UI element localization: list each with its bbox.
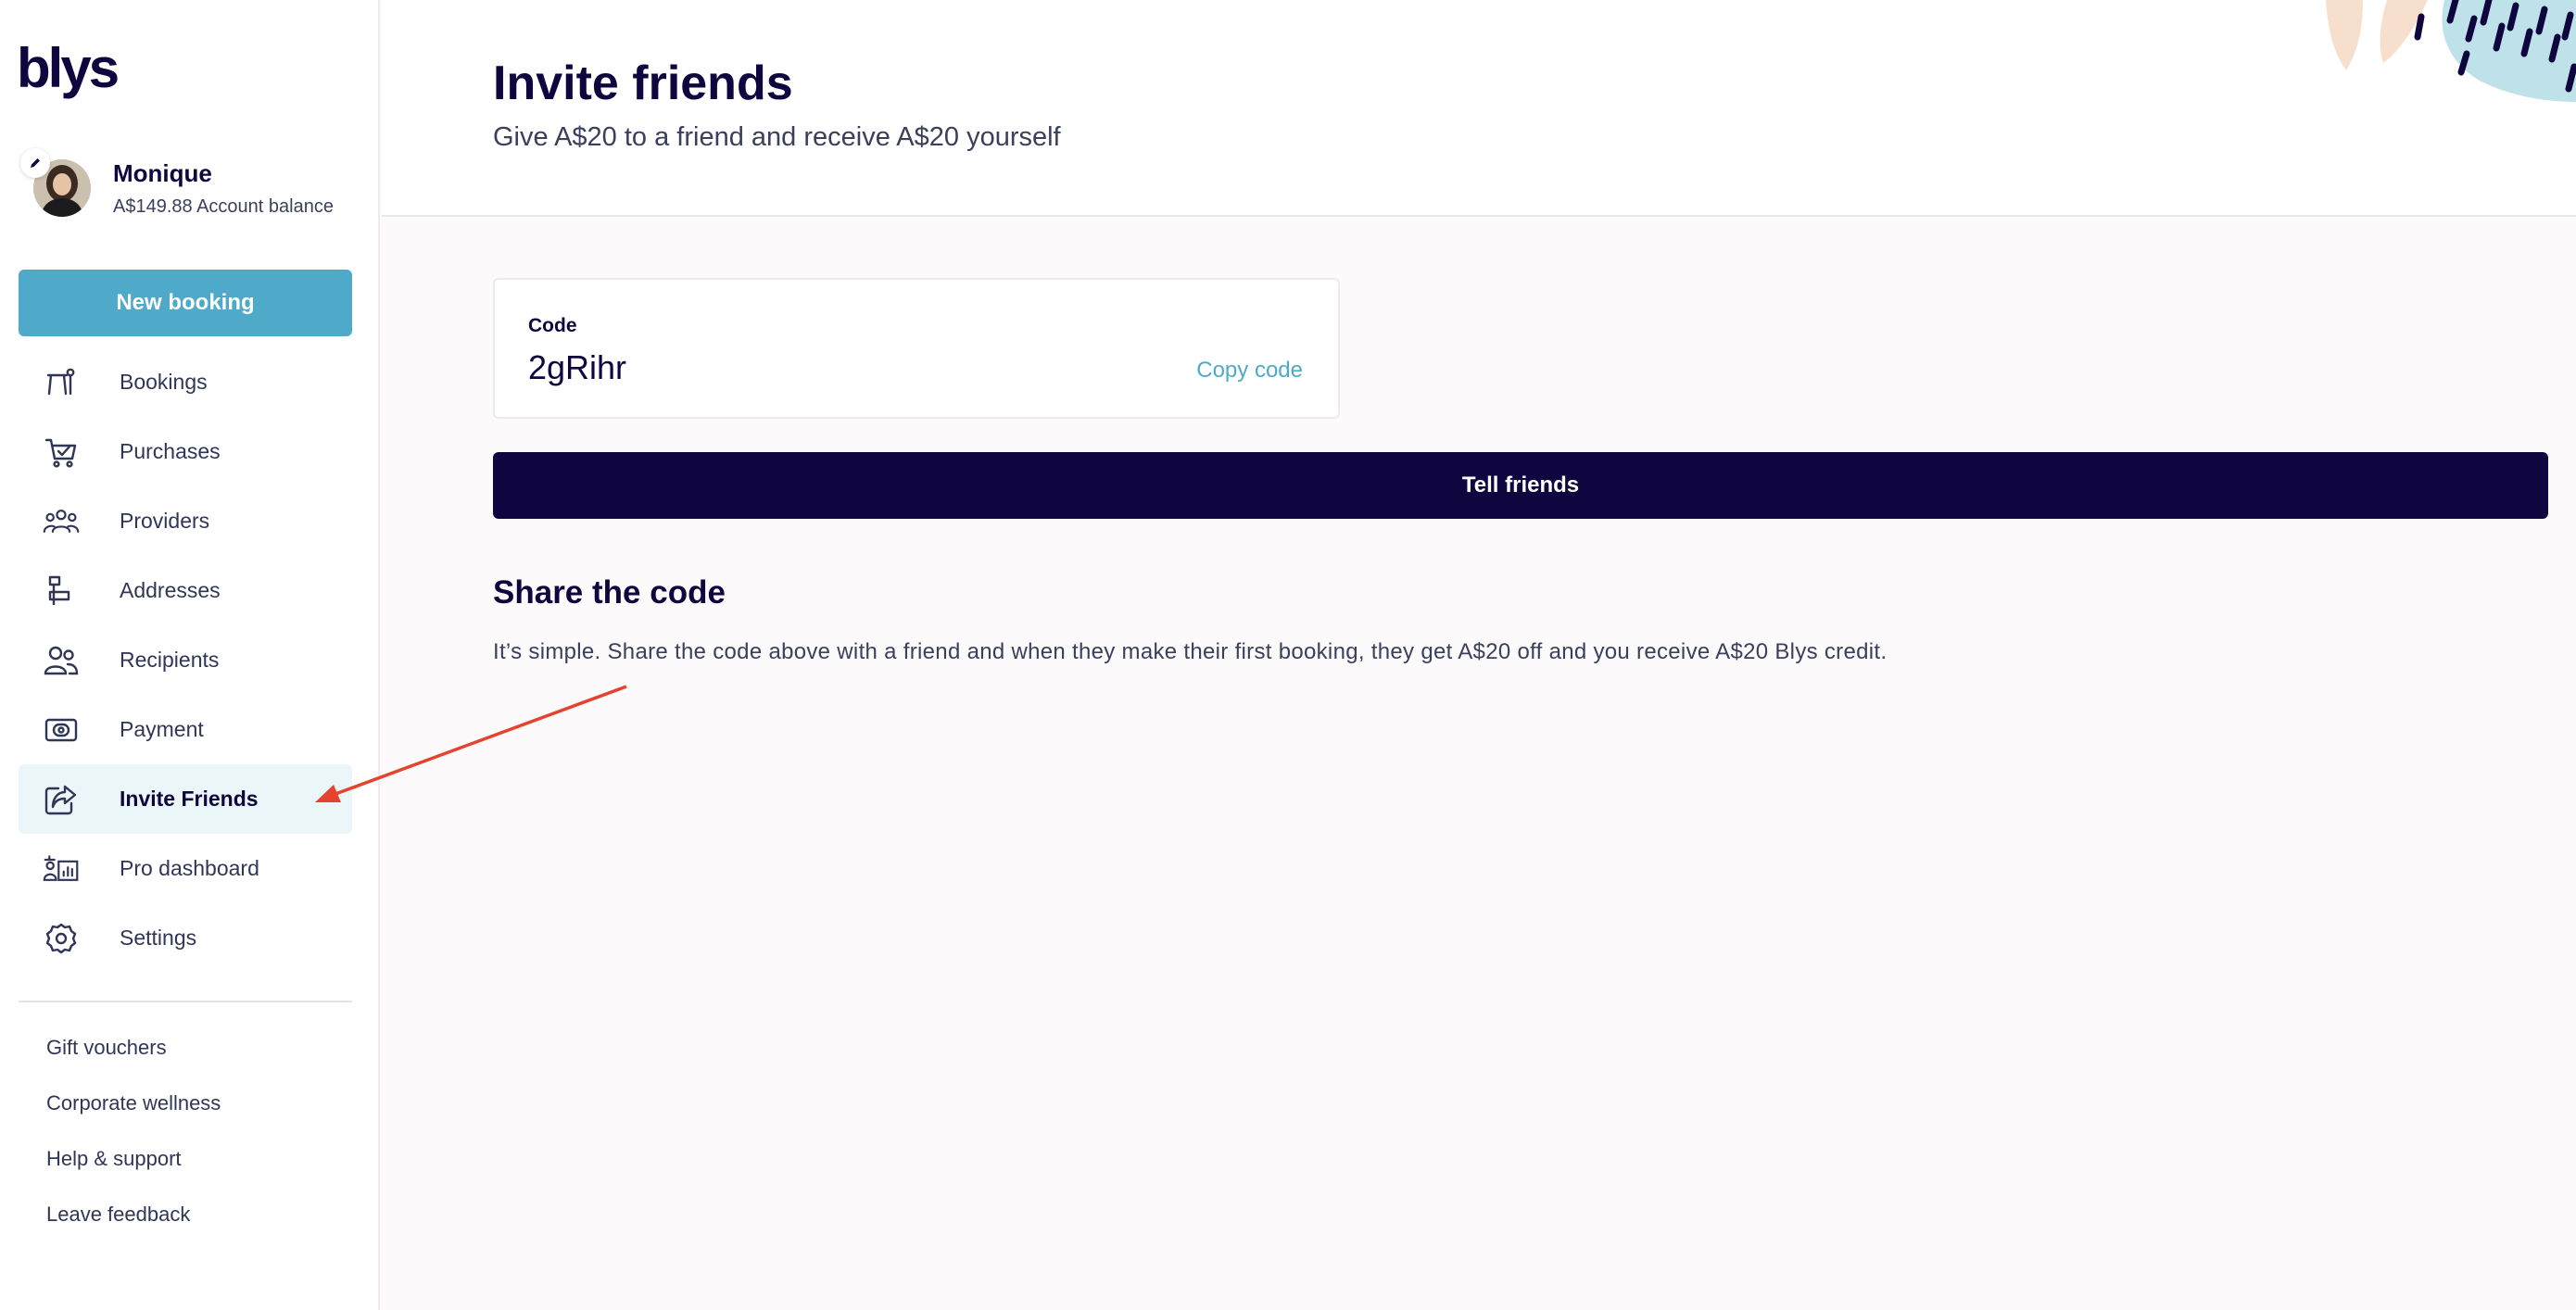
new-booking-button[interactable]: New booking (19, 270, 352, 336)
page-header: Invite friends Give A$20 to a friend and… (382, 0, 2576, 217)
help-support-link[interactable]: Help & support (46, 1147, 221, 1203)
edit-profile-button[interactable] (20, 148, 50, 178)
code-label: Code (528, 315, 577, 336)
corporate-wellness-link[interactable]: Corporate wellness (46, 1091, 221, 1147)
gift-vouchers-link[interactable]: Gift vouchers (46, 1036, 221, 1091)
sidebar-item-addresses[interactable]: Addresses (19, 556, 352, 625)
massage-table-icon (43, 364, 80, 401)
sidebar-item-label: Purchases (120, 439, 221, 463)
share-icon (43, 781, 80, 818)
sidebar-item-label: Invite Friends (120, 787, 259, 811)
sidebar-item-label: Settings (120, 926, 197, 950)
sidebar-item-label: Addresses (120, 578, 221, 602)
people-icon (43, 642, 80, 679)
sidebar-item-purchases[interactable]: Purchases (19, 417, 352, 486)
account-balance: A$149.88 Account balance (113, 196, 334, 217)
sidebar-item-providers[interactable]: Providers (19, 486, 352, 556)
referral-code[interactable]: 2gRihr (528, 348, 626, 387)
share-description: It’s simple. Share the code above with a… (493, 639, 1888, 664)
sidebar-divider (19, 1001, 352, 1002)
pencil-icon (31, 158, 40, 168)
sidebar-item-payment[interactable]: Payment (19, 695, 352, 764)
decorative-pattern (2326, 0, 2576, 102)
share-title: Share the code (493, 574, 726, 611)
sidebar-footer-links: Gift vouchers Corporate wellness Help & … (46, 1036, 221, 1258)
page-title: Invite friends (493, 57, 793, 110)
sidebar-item-settings[interactable]: Settings (19, 903, 352, 973)
sidebar-item-label: Bookings (120, 370, 208, 394)
sidebar-item-recipients[interactable]: Recipients (19, 625, 352, 695)
sidebar-item-invite-friends[interactable]: Invite Friends (19, 764, 352, 834)
gear-icon (43, 920, 80, 957)
leave-feedback-link[interactable]: Leave feedback (46, 1203, 221, 1258)
copy-code-button[interactable]: Copy code (1196, 358, 1303, 384)
sidebar-nav: Bookings Purchases Providers Addresses R… (19, 347, 352, 973)
sidebar-item-label: Providers (120, 509, 210, 533)
sidebar-item-label: Recipients (120, 648, 220, 672)
blys-logo[interactable]: blys (17, 41, 120, 96)
sidebar-item-label: Pro dashboard (120, 856, 259, 880)
dashboard-icon (43, 850, 80, 888)
mailbox-icon (43, 573, 80, 610)
cart-icon (43, 434, 80, 471)
page-subtitle: Give A$20 to a friend and receive A$20 y… (493, 122, 1061, 152)
sidebar-item-pro-dashboard[interactable]: Pro dashboard (19, 834, 352, 903)
profile-summary: Monique A$149.88 Account balance (20, 148, 376, 222)
profile-name: Monique (113, 159, 212, 187)
wallet-icon (43, 712, 80, 749)
referral-code-card: Code 2gRihr Copy code (493, 278, 1340, 419)
group-icon (43, 503, 80, 540)
tell-friends-button[interactable]: Tell friends (493, 452, 2548, 519)
sidebar-item-label: Payment (120, 717, 204, 741)
sidebar: blys Monique A$149.88 Account balance Ne… (0, 0, 380, 1310)
sidebar-item-bookings[interactable]: Bookings (19, 347, 352, 417)
